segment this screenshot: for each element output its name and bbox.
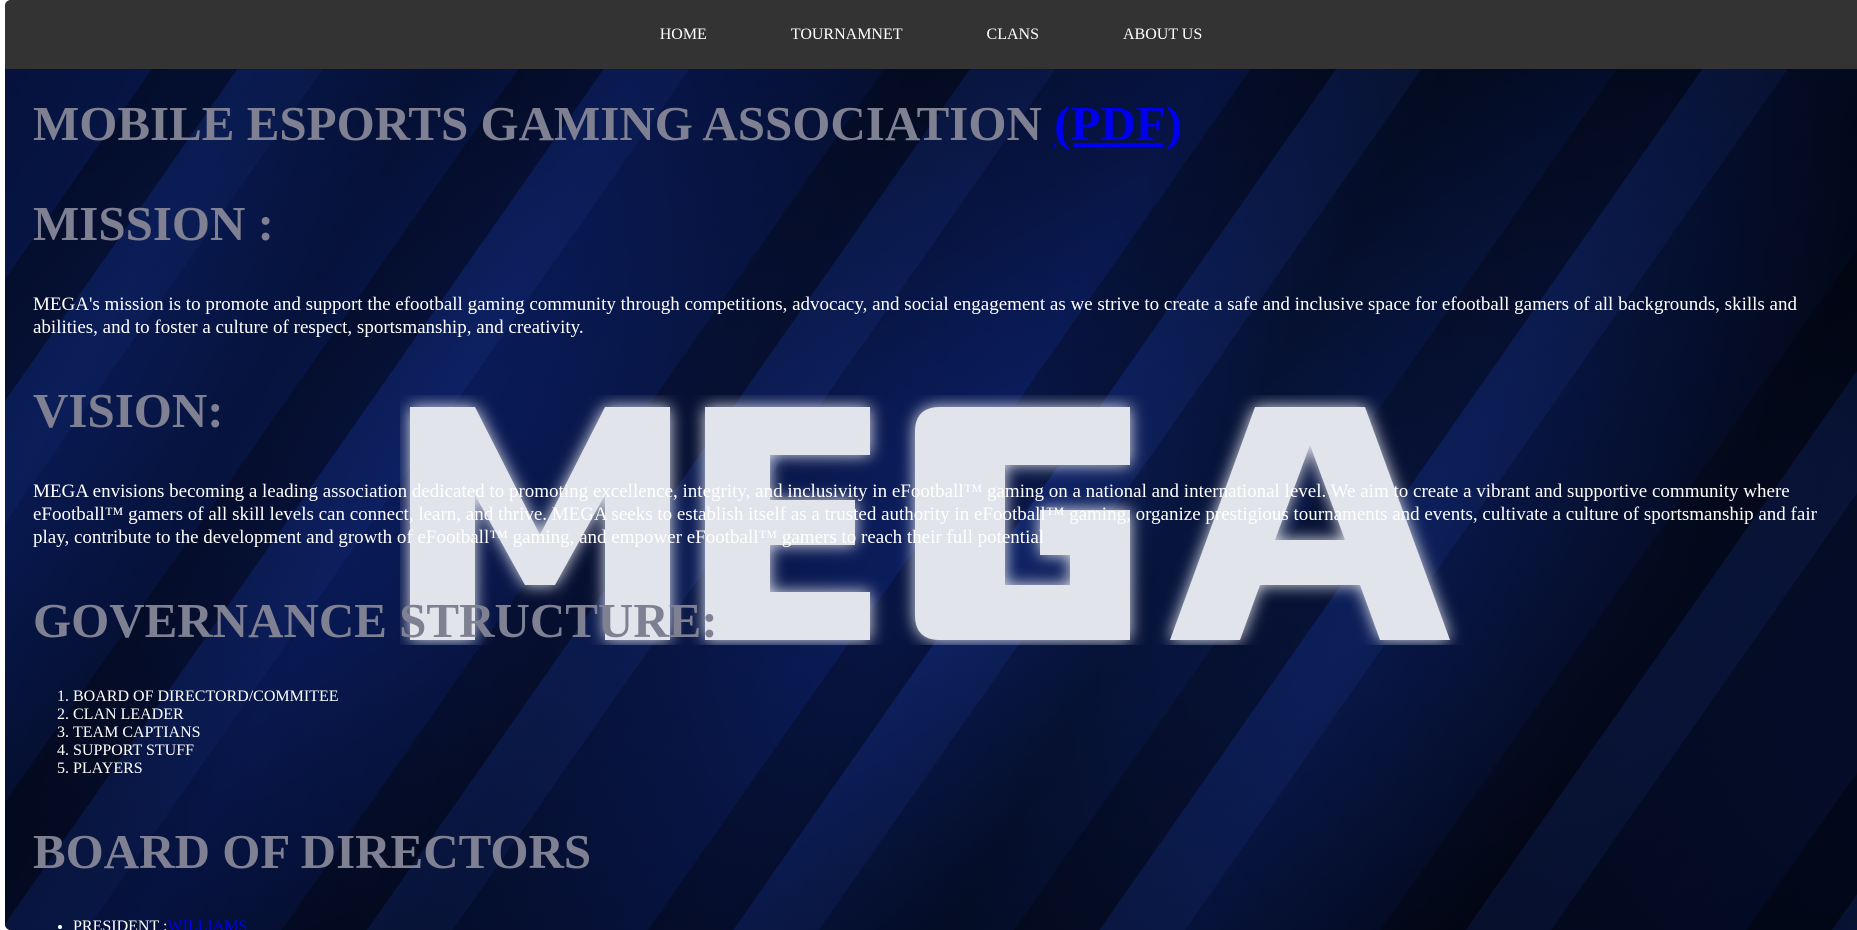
nav-tournament-link[interactable]: TOURNAMNET bbox=[749, 0, 945, 69]
list-item: BOARD OF DIRECTORD/COMMITEE bbox=[73, 688, 339, 706]
nav-about-link[interactable]: ABOUT US bbox=[1081, 0, 1244, 69]
list-item: CLAN LEADER bbox=[73, 706, 339, 724]
board-item-president: PRESIDENT :WILLIAMS bbox=[73, 918, 247, 930]
board-heading: BOARD OF DIRECTORS bbox=[33, 824, 592, 879]
list-item: PLAYERS bbox=[73, 760, 339, 778]
board-member-link[interactable]: WILLIAMS bbox=[167, 918, 247, 930]
top-navbar: HOME TOURNAMNET CLANS ABOUT US bbox=[5, 0, 1857, 69]
page-title: MOBILE ESPORTS GAMING ASSOCIATION (PDF) bbox=[33, 95, 1182, 152]
nav-home-link[interactable]: HOME bbox=[618, 0, 749, 69]
board-role: PRESIDENT : bbox=[73, 918, 168, 930]
list-item: TEAM CAPTIANS bbox=[73, 724, 339, 742]
list-item: SUPPORT STUFF bbox=[73, 742, 339, 760]
nav-clans-link[interactable]: CLANS bbox=[945, 0, 1081, 69]
page-frame: HOME TOURNAMNET CLANS ABOUT US MOBILE ES… bbox=[5, 0, 1857, 930]
board-list: PRESIDENT :WILLIAMS bbox=[33, 918, 247, 930]
page-title-text: MOBILE ESPORTS GAMING ASSOCIATION bbox=[33, 96, 1042, 151]
mission-heading: MISSION : bbox=[33, 196, 274, 251]
governance-list: BOARD OF DIRECTORD/COMMITEE CLAN LEADER … bbox=[33, 688, 339, 778]
mission-text: MEGA's mission is to promote and support… bbox=[33, 294, 1797, 338]
pdf-link[interactable]: (PDF) bbox=[1054, 96, 1182, 151]
governance-heading: GOVERNANCE STRUCTURE: bbox=[33, 593, 718, 648]
vision-heading: VISION: bbox=[33, 383, 224, 438]
vision-text: MEGA envisions becoming a leading associ… bbox=[33, 481, 1817, 548]
